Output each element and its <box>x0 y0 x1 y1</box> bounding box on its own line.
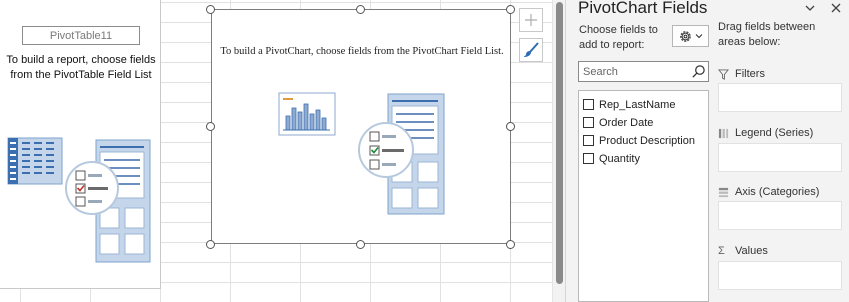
chart-elements-button[interactable] <box>519 8 543 32</box>
area-label-values: Values <box>735 245 768 257</box>
field-label: Order Date <box>599 116 654 129</box>
field-label: Product Description <box>599 134 695 147</box>
area-header-filters: Filters <box>718 68 765 80</box>
chevron-down-icon <box>695 34 703 39</box>
pane-close-button[interactable] <box>830 2 842 17</box>
resize-handle-e[interactable] <box>506 122 515 131</box>
resize-handle-ne[interactable] <box>506 5 515 14</box>
pivottable-illustration <box>7 137 151 263</box>
filter-icon <box>718 68 729 80</box>
field-item-rep-lastname[interactable]: Rep_LastName <box>583 97 675 112</box>
field-checkbox[interactable] <box>583 99 594 110</box>
legend-drop-area[interactable] <box>718 143 842 172</box>
field-checkbox[interactable] <box>583 153 594 164</box>
paintbrush-icon <box>524 42 539 57</box>
field-item-order-date[interactable]: Order Date <box>583 115 653 130</box>
field-list: Rep_LastName Order Date Product Descript… <box>578 90 709 302</box>
field-label: Rep_LastName <box>599 98 676 111</box>
field-list-settings-button[interactable] <box>672 25 709 47</box>
plus-icon <box>525 14 537 26</box>
resize-handle-n[interactable] <box>356 5 365 14</box>
pivotchart-fields-pane: PivotChart Fields Choose fields to add t… <box>565 0 849 302</box>
drag-fields-label: Drag fields between areas below: <box>718 21 816 48</box>
area-header-values: Σ Values <box>718 245 768 257</box>
resize-handle-s[interactable] <box>356 240 365 249</box>
pivotchart-illustration <box>278 92 445 215</box>
resize-handle-nw[interactable] <box>206 5 215 14</box>
resize-handle-w[interactable] <box>206 122 215 131</box>
resize-handle-se[interactable] <box>506 240 515 249</box>
pivottable-placeholder[interactable]: PivotTable11 To build a report, choose f… <box>0 0 161 289</box>
search-input[interactable] <box>579 62 687 82</box>
area-header-legend: Legend (Series) <box>718 127 813 139</box>
pane-options-button[interactable] <box>804 2 816 17</box>
field-item-product-description[interactable]: Product Description <box>583 133 695 148</box>
field-checkbox[interactable] <box>583 117 594 128</box>
field-search <box>578 61 709 82</box>
pane-title: PivotChart Fields <box>578 0 708 17</box>
chart-styles-button[interactable] <box>519 38 543 62</box>
field-label: Quantity <box>599 152 640 165</box>
field-item-quantity[interactable]: Quantity <box>583 151 640 166</box>
resize-handle-sw[interactable] <box>206 240 215 249</box>
area-label-legend: Legend (Series) <box>735 127 814 139</box>
columns-icon <box>718 128 729 138</box>
area-header-axis: Axis (Categories) <box>718 186 819 198</box>
filters-drop-area[interactable] <box>718 83 842 112</box>
search-icon[interactable] <box>691 64 706 79</box>
close-icon <box>831 3 841 13</box>
choose-fields-label: Choose fields to add to report: <box>579 24 658 51</box>
vertical-scrollbar[interactable] <box>552 0 565 302</box>
pivottable-name: PivotTable11 <box>22 26 140 45</box>
axis-drop-area[interactable] <box>718 201 842 230</box>
scrollbar-thumb[interactable] <box>556 2 563 284</box>
pivotchart-message: To build a PivotChart, choose fields fro… <box>220 46 504 57</box>
gear-icon <box>680 30 691 42</box>
area-label-filters: Filters <box>735 68 765 80</box>
worksheet-grid[interactable]: PivotTable11 To build a report, choose f… <box>0 0 552 302</box>
chevron-down-icon <box>805 5 815 11</box>
sigma-icon: Σ <box>718 245 725 257</box>
rows-icon <box>718 187 729 197</box>
field-checkbox[interactable] <box>583 135 594 146</box>
pivotchart-placeholder[interactable]: To build a PivotChart, choose fields fro… <box>211 9 511 244</box>
pivottable-message: To build a report, choose fields from th… <box>6 54 156 81</box>
area-label-axis: Axis (Categories) <box>735 186 820 198</box>
values-drop-area[interactable] <box>718 261 842 290</box>
